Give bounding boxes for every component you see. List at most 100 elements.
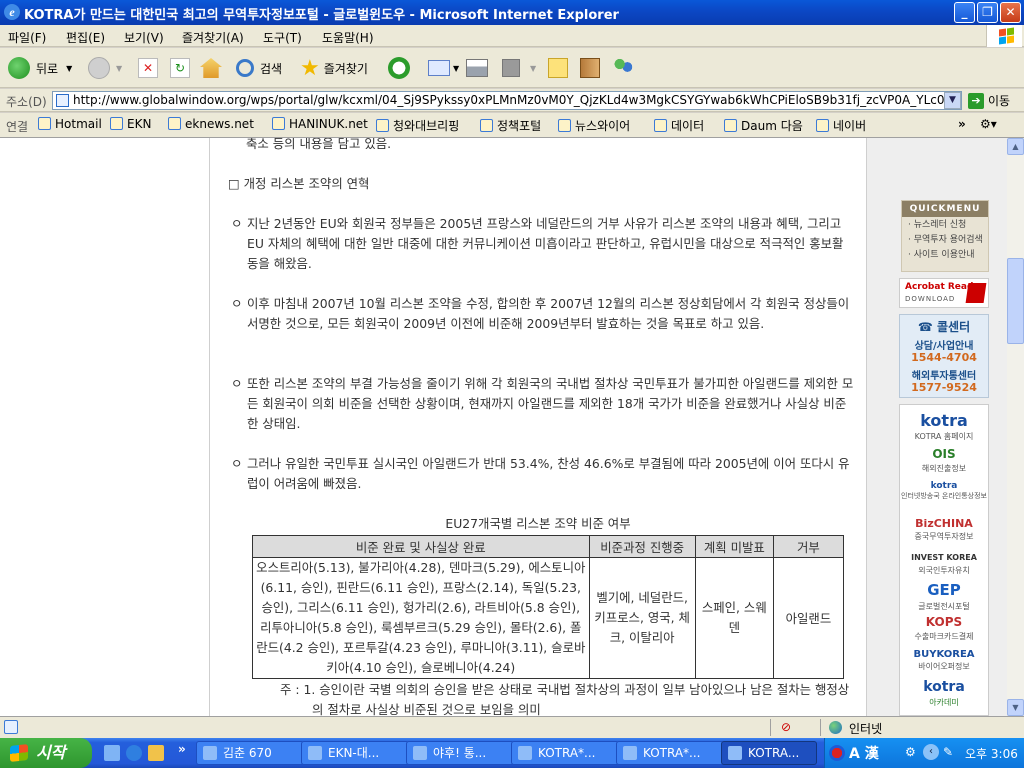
stop-button[interactable]: ✕ [138, 55, 158, 81]
link-item[interactable]: EKN [110, 117, 151, 131]
investkorea-logo[interactable]: INVEST KOREA [900, 553, 988, 562]
menu-tools[interactable]: 도구(T) [263, 29, 302, 46]
gep-logo[interactable]: GEP [900, 581, 988, 599]
taskbar-item[interactable]: KOTRA*... [511, 741, 619, 765]
ime-mode-indicator[interactable]: A 漢 [849, 743, 879, 763]
stop-icon: ✕ [138, 58, 158, 78]
research-button[interactable] [580, 55, 600, 81]
partner-logos: kotra KOTRA 홈페이지 OIS 해외진출정보 kotra 인터넷방송국… [899, 404, 989, 716]
paragraph: ㅇ 그러나 유일한 국민투표 실시국인 아일랜드가 반대 53.4%, 찬성 4… [228, 454, 854, 494]
quickmenu-item[interactable]: · 뉴스레터 신청 [902, 219, 988, 232]
print-button[interactable] [466, 55, 488, 81]
ois-logo[interactable]: OIS [900, 447, 988, 461]
address-input[interactable]: http://www.globalwindow.org/wps/portal/g… [52, 91, 962, 110]
zone-label: 인터넷 [849, 722, 883, 736]
links-overflow-chevron-icon[interactable]: » [958, 117, 966, 131]
star-icon: ★ [300, 55, 320, 81]
bizchina-logo[interactable]: BizCHINA [900, 517, 988, 530]
quicklaunch-overflow-icon[interactable]: » [178, 742, 186, 756]
menu-edit[interactable]: 편집(E) [66, 29, 105, 46]
callcenter-banner[interactable]: ☎ 콜센터 상담/사업안내 1544-4704 해외투자통센터 1577-952… [899, 314, 989, 398]
link-item[interactable]: Daum 다음 [724, 117, 803, 134]
menu-view[interactable]: 보기(V) [124, 29, 164, 46]
tools-gear-icon[interactable]: ⚙▾ [980, 117, 997, 131]
right-sidebar: QUICKMENU · 뉴스레터 신청 · 무역투자 용어검색 · 사이트 이용… [866, 138, 1007, 716]
scroll-up-button[interactable]: ▲ [1007, 138, 1024, 155]
callcenter-label: 해외투자통센터 [911, 371, 977, 382]
ie-quicklaunch-icon[interactable] [126, 745, 142, 761]
acrobat-download-banner[interactable]: Acrobat Reader DOWNLOAD [899, 278, 989, 308]
ime-korean-icon[interactable] [829, 745, 845, 761]
tray-expand-icon[interactable]: ‹ [923, 744, 939, 760]
bullet: ㅇ [231, 376, 243, 391]
taskbar-item-label: EKN-대... [328, 746, 380, 760]
kotra-academy-logo[interactable]: kotra [900, 679, 988, 695]
link-label: 뉴스와이어 [575, 119, 631, 133]
scroll-thumb[interactable] [1007, 258, 1024, 344]
callcenter-title-text: 콜센터 [937, 320, 971, 334]
address-dropdown-button[interactable]: ▼ [944, 92, 961, 109]
minimize-button[interactable]: _ [954, 2, 975, 23]
close-button[interactable]: ✕ [1000, 2, 1021, 23]
mail-button[interactable]: ▼ [428, 55, 459, 81]
quickmenu-item[interactable]: · 사이트 이용안내 [902, 249, 988, 262]
link-item[interactable]: 네이버 [816, 117, 866, 134]
back-button[interactable]: 뒤로 ▼ [8, 55, 72, 81]
taskbar-item[interactable]: 김춘 670 [196, 741, 304, 765]
edit-button[interactable]: ▼ [502, 55, 536, 81]
table-caption: EU27개국별 리스본 조약 비준 여부 [445, 516, 631, 531]
scroll-down-button[interactable]: ▼ [1007, 699, 1024, 716]
start-button[interactable]: 시작 [0, 738, 92, 768]
address-label: 주소(D) [6, 95, 47, 109]
forward-button[interactable]: ▼ [88, 55, 122, 81]
chevron-down-icon: ▼ [453, 63, 460, 73]
paragraph-text: 이후 마침내 2007년 10월 리스본 조약을 수정, 합의한 후 2007년… [247, 296, 850, 331]
tray-icon[interactable]: ⚙ [905, 745, 916, 759]
table-header: 비준 완료 및 사실상 완료 [252, 535, 590, 558]
history-button[interactable] [388, 55, 410, 81]
link-item[interactable]: Hotmail [38, 117, 102, 131]
link-item[interactable]: eknews.net [168, 117, 254, 131]
phone-icon: ☎ [917, 320, 937, 334]
link-item[interactable]: 청와대브리핑 [376, 117, 459, 134]
tray-icon[interactable]: ✎ [943, 745, 953, 759]
taskbar-item[interactable]: KOTRA*... [616, 741, 724, 765]
kotra-logo[interactable]: kotra [900, 411, 988, 430]
menu-file[interactable]: 파일(F) [8, 29, 46, 46]
back-label: 뒤로 [36, 61, 59, 76]
messenger-button[interactable] [612, 55, 634, 81]
restore-button[interactable]: ❐ [977, 2, 998, 23]
quickmenu-item[interactable]: · 무역투자 용어검색 [902, 234, 988, 247]
taskbar-item-label: 야후! 통... [433, 746, 487, 760]
link-item[interactable]: 정책포털 [480, 117, 541, 134]
refresh-button[interactable]: ↻ [170, 55, 190, 81]
research-icon [580, 58, 600, 78]
taskbar-item[interactable]: 야후! 통... [406, 741, 514, 765]
search-button[interactable]: 검색 [236, 55, 282, 81]
link-item[interactable]: HANINUK.net [272, 117, 368, 131]
show-desktop-icon[interactable] [104, 745, 120, 761]
buykorea-logo[interactable]: BUYKOREA [900, 649, 988, 660]
clock[interactable]: 오후 3:06 [965, 745, 1018, 762]
taskbar-item-active[interactable]: KOTRA... [721, 741, 817, 765]
taskbar-item[interactable]: EKN-대... [301, 741, 409, 765]
taskbar-item-label: KOTRA*... [643, 746, 701, 760]
menu-help[interactable]: 도움말(H) [322, 29, 374, 46]
link-item[interactable]: 데이터 [654, 117, 704, 134]
quicklaunch-icon[interactable] [148, 745, 164, 761]
go-button[interactable]: ➔ 이동 [968, 92, 1010, 109]
kops-logo[interactable]: KOPS [900, 615, 988, 629]
title-bar[interactable]: e KOTRA가 만드는 대한민국 최고의 무역투자정보포털 - 글로벌윈도우 … [0, 0, 1024, 25]
favorites-button[interactable]: ★ 즐겨찾기 [300, 55, 368, 81]
ie-icon [413, 746, 427, 760]
print-icon [466, 59, 488, 77]
home-button[interactable] [200, 55, 222, 81]
vertical-scrollbar[interactable]: ▲ ▼ [1007, 138, 1024, 716]
kotra-broadcast-logo[interactable]: kotra [900, 481, 988, 491]
link-label: HANINUK.net [289, 117, 368, 131]
quickmenu-item-label: 사이트 이용안내 [913, 250, 975, 260]
discuss-button[interactable] [548, 55, 568, 81]
link-item[interactable]: 뉴스와이어 [558, 117, 630, 134]
menu-favorites[interactable]: 즐겨찾기(A) [182, 29, 244, 46]
link-label: 데이터 [671, 119, 705, 133]
